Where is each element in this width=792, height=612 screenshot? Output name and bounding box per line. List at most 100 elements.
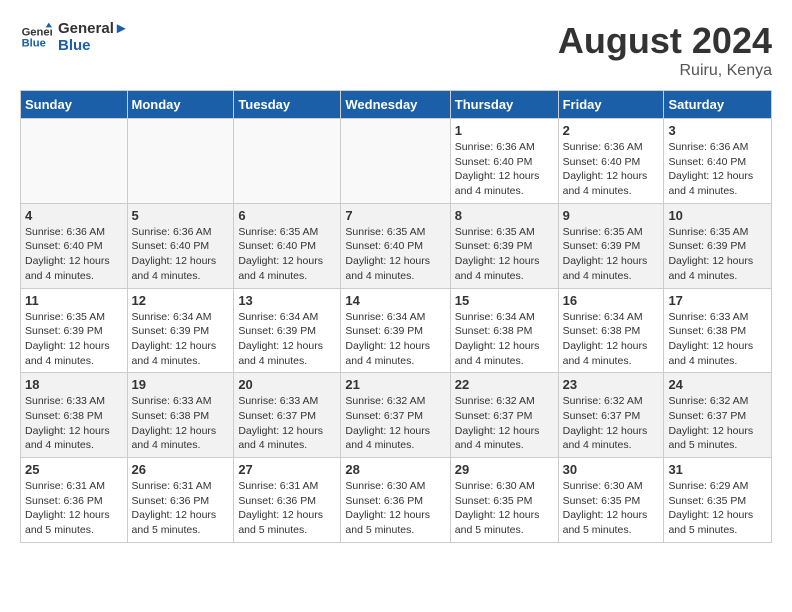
logo-icon: General Blue bbox=[20, 21, 52, 53]
calendar-day-cell bbox=[341, 119, 450, 204]
month-title: August 2024 bbox=[558, 20, 772, 62]
day-number: 23 bbox=[563, 377, 660, 392]
day-number: 31 bbox=[668, 462, 767, 477]
day-number: 14 bbox=[345, 293, 445, 308]
calendar-day-cell: 1Sunrise: 6:36 AM Sunset: 6:40 PM Daylig… bbox=[450, 119, 558, 204]
day-number: 2 bbox=[563, 123, 660, 138]
day-info: Sunrise: 6:31 AM Sunset: 6:36 PM Dayligh… bbox=[132, 479, 230, 538]
day-number: 19 bbox=[132, 377, 230, 392]
calendar-day-cell bbox=[234, 119, 341, 204]
calendar-day-cell: 17Sunrise: 6:33 AM Sunset: 6:38 PM Dayli… bbox=[664, 288, 772, 373]
day-number: 25 bbox=[25, 462, 123, 477]
column-header-thursday: Thursday bbox=[450, 91, 558, 119]
day-number: 24 bbox=[668, 377, 767, 392]
day-info: Sunrise: 6:32 AM Sunset: 6:37 PM Dayligh… bbox=[563, 394, 660, 453]
calendar-week-row: 11 Sunrise: 6:35 AM Sunset: 6:39 PM Dayli… bbox=[21, 288, 772, 373]
day-info: Sunrise: 6:33 AM Sunset: 6:38 PM Dayligh… bbox=[668, 310, 767, 369]
day-number: 13 bbox=[238, 293, 336, 308]
calendar-day-cell: 4 Sunrise: 6:36 AM Sunset: 6:40 PM Daylig… bbox=[21, 203, 128, 288]
calendar-day-cell: 8 Sunrise: 6:35 AM Sunset: 6:39 PM Daylig… bbox=[450, 203, 558, 288]
day-number: 15 bbox=[455, 293, 554, 308]
day-info: Sunrise: 6:29 AM Sunset: 6:35 PM Dayligh… bbox=[668, 479, 767, 538]
day-info: Sunrise: 6:35 AM Sunset: 6:39 PM Dayligh… bbox=[25, 310, 123, 369]
day-number: 18 bbox=[25, 377, 123, 392]
calendar-day-cell: 22Sunrise: 6:32 AM Sunset: 6:37 PM Dayli… bbox=[450, 373, 558, 458]
day-info: Sunrise: 6:34 AM Sunset: 6:39 PM Dayligh… bbox=[238, 310, 336, 369]
day-number: 7 bbox=[345, 208, 445, 223]
calendar-day-cell: 10 Sunrise: 6:35 AM Sunset: 6:39 PM Dayli… bbox=[664, 203, 772, 288]
calendar-day-cell: 23 Sunrise: 6:32 AM Sunset: 6:37 PM Dayli… bbox=[558, 373, 664, 458]
calendar-week-row: 25 Sunrise: 6:31 AM Sunset: 6:36 PM Dayli… bbox=[21, 458, 772, 543]
day-number: 4 bbox=[25, 208, 123, 223]
day-info: Sunrise: 6:30 AM Sunset: 6:35 PM Dayligh… bbox=[455, 479, 554, 538]
calendar-day-cell: 14 Sunrise: 6:34 AM Sunset: 6:39 PM Dayli… bbox=[341, 288, 450, 373]
location: Ruiru, Kenya bbox=[558, 62, 772, 80]
day-number: 20 bbox=[238, 377, 336, 392]
page-header: General Blue General► Blue August 2024 R… bbox=[20, 20, 772, 80]
svg-text:Blue: Blue bbox=[22, 38, 46, 50]
column-header-wednesday: Wednesday bbox=[341, 91, 450, 119]
title-block: August 2024 Ruiru, Kenya bbox=[558, 20, 772, 80]
day-info: Sunrise: 6:36 AM Sunset: 6:40 PM Dayligh… bbox=[455, 140, 554, 199]
calendar-day-cell: 11 Sunrise: 6:35 AM Sunset: 6:39 PM Dayli… bbox=[21, 288, 128, 373]
calendar-day-cell: 20Sunrise: 6:33 AM Sunset: 6:37 PM Dayli… bbox=[234, 373, 341, 458]
day-info: Sunrise: 6:30 AM Sunset: 6:36 PM Dayligh… bbox=[345, 479, 445, 538]
day-info: Sunrise: 6:34 AM Sunset: 6:38 PM Dayligh… bbox=[563, 310, 660, 369]
calendar-day-cell bbox=[21, 119, 128, 204]
day-info: Sunrise: 6:35 AM Sunset: 6:39 PM Dayligh… bbox=[563, 225, 660, 284]
calendar-day-cell: 25 Sunrise: 6:31 AM Sunset: 6:36 PM Dayli… bbox=[21, 458, 128, 543]
day-info: Sunrise: 6:34 AM Sunset: 6:39 PM Dayligh… bbox=[345, 310, 445, 369]
day-info: Sunrise: 6:30 AM Sunset: 6:35 PM Dayligh… bbox=[563, 479, 660, 538]
calendar-day-cell: 30Sunrise: 6:30 AM Sunset: 6:35 PM Dayli… bbox=[558, 458, 664, 543]
day-info: Sunrise: 6:36 AM Sunset: 6:40 PM Dayligh… bbox=[132, 225, 230, 284]
day-info: Sunrise: 6:35 AM Sunset: 6:40 PM Dayligh… bbox=[345, 225, 445, 284]
day-number: 11 bbox=[25, 293, 123, 308]
calendar-day-cell: 21Sunrise: 6:32 AM Sunset: 6:37 PM Dayli… bbox=[341, 373, 450, 458]
day-info: Sunrise: 6:34 AM Sunset: 6:39 PM Dayligh… bbox=[132, 310, 230, 369]
day-info: Sunrise: 6:31 AM Sunset: 6:36 PM Dayligh… bbox=[238, 479, 336, 538]
day-info: Sunrise: 6:32 AM Sunset: 6:37 PM Dayligh… bbox=[668, 394, 767, 453]
calendar-week-row: 4 Sunrise: 6:36 AM Sunset: 6:40 PM Daylig… bbox=[21, 203, 772, 288]
day-info: Sunrise: 6:35 AM Sunset: 6:39 PM Dayligh… bbox=[668, 225, 767, 284]
day-info: Sunrise: 6:34 AM Sunset: 6:38 PM Dayligh… bbox=[455, 310, 554, 369]
calendar-day-cell: 16 Sunrise: 6:34 AM Sunset: 6:38 PM Dayli… bbox=[558, 288, 664, 373]
day-number: 12 bbox=[132, 293, 230, 308]
calendar-day-cell: 28Sunrise: 6:30 AM Sunset: 6:36 PM Dayli… bbox=[341, 458, 450, 543]
calendar-day-cell: 24 Sunrise: 6:32 AM Sunset: 6:37 PM Dayli… bbox=[664, 373, 772, 458]
day-info: Sunrise: 6:36 AM Sunset: 6:40 PM Dayligh… bbox=[25, 225, 123, 284]
day-number: 16 bbox=[563, 293, 660, 308]
calendar-day-cell: 5Sunrise: 6:36 AM Sunset: 6:40 PM Daylig… bbox=[127, 203, 234, 288]
day-info: Sunrise: 6:33 AM Sunset: 6:38 PM Dayligh… bbox=[25, 394, 123, 453]
day-number: 9 bbox=[563, 208, 660, 223]
logo-line2: Blue bbox=[58, 37, 129, 54]
day-number: 27 bbox=[238, 462, 336, 477]
day-info: Sunrise: 6:36 AM Sunset: 6:40 PM Dayligh… bbox=[668, 140, 767, 199]
calendar-week-row: 1Sunrise: 6:36 AM Sunset: 6:40 PM Daylig… bbox=[21, 119, 772, 204]
day-info: Sunrise: 6:32 AM Sunset: 6:37 PM Dayligh… bbox=[345, 394, 445, 453]
calendar-day-cell: 29 Sunrise: 6:30 AM Sunset: 6:35 PM Dayli… bbox=[450, 458, 558, 543]
column-header-tuesday: Tuesday bbox=[234, 91, 341, 119]
day-number: 3 bbox=[668, 123, 767, 138]
day-info: Sunrise: 6:36 AM Sunset: 6:40 PM Dayligh… bbox=[563, 140, 660, 199]
day-number: 29 bbox=[455, 462, 554, 477]
calendar-body: 1Sunrise: 6:36 AM Sunset: 6:40 PM Daylig… bbox=[21, 119, 772, 543]
day-info: Sunrise: 6:31 AM Sunset: 6:36 PM Dayligh… bbox=[25, 479, 123, 538]
logo-line1: General► bbox=[58, 20, 129, 37]
day-number: 10 bbox=[668, 208, 767, 223]
column-header-friday: Friday bbox=[558, 91, 664, 119]
day-info: Sunrise: 6:35 AM Sunset: 6:39 PM Dayligh… bbox=[455, 225, 554, 284]
day-number: 6 bbox=[238, 208, 336, 223]
calendar-day-cell: 19Sunrise: 6:33 AM Sunset: 6:38 PM Dayli… bbox=[127, 373, 234, 458]
day-number: 8 bbox=[455, 208, 554, 223]
calendar-day-cell: 9 Sunrise: 6:35 AM Sunset: 6:39 PM Daylig… bbox=[558, 203, 664, 288]
calendar-day-cell: 26 Sunrise: 6:31 AM Sunset: 6:36 PM Dayli… bbox=[127, 458, 234, 543]
calendar-table: SundayMondayTuesdayWednesdayThursdayFrid… bbox=[20, 90, 772, 543]
column-header-saturday: Saturday bbox=[664, 91, 772, 119]
day-number: 26 bbox=[132, 462, 230, 477]
calendar-day-cell: 6Sunrise: 6:35 AM Sunset: 6:40 PM Daylig… bbox=[234, 203, 341, 288]
svg-text:General: General bbox=[22, 26, 52, 38]
day-info: Sunrise: 6:32 AM Sunset: 6:37 PM Dayligh… bbox=[455, 394, 554, 453]
calendar-day-cell: 27 Sunrise: 6:31 AM Sunset: 6:36 PM Dayli… bbox=[234, 458, 341, 543]
calendar-day-cell: 31 Sunrise: 6:29 AM Sunset: 6:35 PM Dayli… bbox=[664, 458, 772, 543]
logo: General Blue General► Blue bbox=[20, 20, 129, 54]
